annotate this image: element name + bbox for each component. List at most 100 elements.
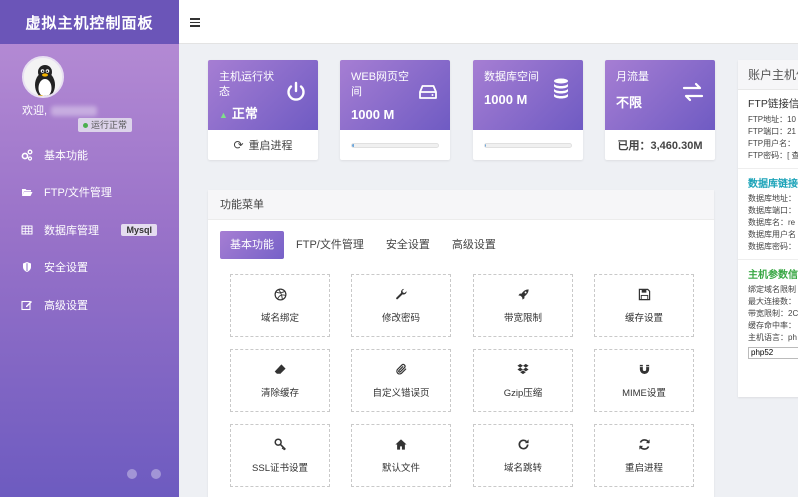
tile-label: 带宽限制 xyxy=(503,313,542,324)
bandwidth-limit: 带宽限制：2C xyxy=(748,309,798,318)
status-label: 运行正常 xyxy=(91,120,128,130)
penguin-icon xyxy=(24,58,62,96)
tile-bandwidth-limit[interactable]: 带宽限制 xyxy=(473,274,573,337)
progress-fill xyxy=(485,143,486,147)
sidebar-item-basic[interactable]: 基本功能 xyxy=(0,136,179,174)
tile-domain-binding[interactable]: 域名绑定 xyxy=(230,274,330,337)
tile-ssl-certificate[interactable]: SSL证书设置 xyxy=(230,424,330,487)
exchange-icon xyxy=(682,82,704,102)
edit-icon xyxy=(20,298,34,312)
card-header: WEB网页空间 1000 M xyxy=(340,60,450,130)
host-status-value: 正常 xyxy=(231,106,258,121)
menu-toggle-icon[interactable] xyxy=(190,18,200,27)
mysql-badge: Mysql xyxy=(121,223,157,236)
sidebar-item-ftp[interactable]: FTP/文件管理 xyxy=(0,174,179,212)
web-space-progress xyxy=(351,142,439,148)
ftp-section-title: FTP链接信息 xyxy=(748,98,798,110)
max-connections: 最大连接数： xyxy=(748,297,796,306)
db-password: 数据库密码： xyxy=(748,242,796,251)
tab-advanced[interactable]: 高级设置 xyxy=(442,231,506,259)
domain-limit: 绑定域名限制 xyxy=(748,285,796,294)
card-header: 数据库空间 1000 M xyxy=(473,60,583,130)
dropbox-icon xyxy=(516,362,530,376)
tab-security[interactable]: 安全设置 xyxy=(376,231,440,259)
host-language: 主机语言：ph xyxy=(748,333,797,342)
ftp-address: FTP地址：10 xyxy=(748,115,797,124)
db-space-progress xyxy=(484,142,572,148)
account-info-panel: 账户主机信 FTP链接信息 FTP地址：10 FTP端口：21 FTP用户名： … xyxy=(738,60,798,397)
sidebar-item-label: 数据库管理 xyxy=(44,224,99,237)
sidebar: 虚拟主机控制面板 欢迎, 运行正常 基本功能 FTP/文件管理 数据库管理 My… xyxy=(0,0,179,497)
cache-hit-rate: 缓存命中率： xyxy=(748,321,796,330)
tile-clear-cache[interactable]: 清除缓存 xyxy=(230,349,330,412)
restart-process-button[interactable]: ⟳ 重启进程 xyxy=(208,130,318,160)
sidebar-item-label: 高级设置 xyxy=(44,299,88,312)
sidebar-item-label: 基本功能 xyxy=(44,149,88,162)
tile-label: 修改密码 xyxy=(381,313,420,324)
settings-dot-icon[interactable] xyxy=(127,469,137,479)
sidebar-item-advanced[interactable]: 高级设置 xyxy=(0,286,179,324)
refresh-icon xyxy=(637,437,651,451)
db-section-title: 数据库链接 xyxy=(748,179,798,190)
tile-label: SSL证书设置 xyxy=(252,463,308,474)
tile-default-file[interactable]: 默认文件 xyxy=(351,424,451,487)
tile-domain-redirect[interactable]: 域名跳转 xyxy=(473,424,573,487)
table-icon xyxy=(20,223,34,237)
tile-custom-error-page[interactable]: 自定义错误页 xyxy=(351,349,451,412)
sidebar-item-label: FTP/文件管理 xyxy=(44,187,112,200)
db-port: 数据库端口： xyxy=(748,206,796,215)
paperclip-icon xyxy=(394,362,408,376)
tile-label: 自定义错误页 xyxy=(372,388,430,399)
host-status-card: 主机运行状态 ▲ 正常 ⟳ 重启进程 xyxy=(208,60,318,160)
tile-mime-settings[interactable]: MIME设置 xyxy=(594,349,694,412)
function-menu-panel: 功能菜单 基本功能 FTP/文件管理 安全设置 高级设置 域名绑定 修改密码 带… xyxy=(208,190,714,497)
tile-restart-process[interactable]: 重启进程 xyxy=(594,424,694,487)
restart-label: 重启进程 xyxy=(248,140,293,152)
language-select[interactable] xyxy=(748,346,798,359)
status-dot xyxy=(83,123,88,128)
db-info-section: 数据库链接 数据库地址： 数据库端口： 数据库名：re 数据库用户名 数据库密码… xyxy=(738,169,798,260)
leaf-icon: ▲ xyxy=(219,110,228,120)
host-param-section: 主机参数信 绑定域名限制 最大连接数： 带宽限制：2C 缓存命中率： 主机语言：… xyxy=(738,260,798,365)
info-panel-title: 账户主机信 xyxy=(738,60,798,90)
card-header: 月流量 不限 xyxy=(605,60,715,130)
function-tabs: 基本功能 FTP/文件管理 安全设置 高级设置 xyxy=(220,231,508,259)
traffic-card: 月流量 不限 已用：3,460.30M xyxy=(605,60,715,160)
username-redacted xyxy=(51,106,98,117)
ftp-username: FTP用户名： xyxy=(748,139,796,148)
tile-label: Gzip压缩 xyxy=(503,388,543,399)
tile-label: 域名绑定 xyxy=(260,313,299,324)
redo-icon xyxy=(516,437,530,451)
card-footer xyxy=(340,130,450,160)
sidebar-item-database[interactable]: 数据库管理 Mysql xyxy=(0,211,179,249)
ftp-password[interactable]: FTP密码：[ 查 xyxy=(748,150,798,162)
tab-basic[interactable]: 基本功能 xyxy=(220,231,284,259)
card-title: WEB网页空间 xyxy=(351,71,410,98)
welcome-label: 欢迎, xyxy=(22,105,48,117)
card-title: 主机运行状态 xyxy=(219,71,274,98)
panel-title: 功能菜单 xyxy=(208,190,714,220)
traffic-value: 不限 xyxy=(616,95,643,110)
tile-gzip[interactable]: Gzip压缩 xyxy=(473,349,573,412)
avatar[interactable] xyxy=(22,56,64,98)
power-icon xyxy=(287,81,305,101)
db-space-card: 数据库空间 1000 M xyxy=(473,60,583,160)
panel-title: 虚拟主机控制面板 xyxy=(0,0,179,44)
tile-label: 域名跳转 xyxy=(503,463,542,474)
tile-label: 默认文件 xyxy=(381,463,420,474)
welcome-text: 欢迎, xyxy=(22,102,98,118)
tile-label: 重启进程 xyxy=(624,463,663,474)
card-footer xyxy=(473,130,583,160)
sidebar-item-security[interactable]: 安全设置 xyxy=(0,249,179,287)
card-title: 月流量 xyxy=(616,71,649,83)
eraser-icon xyxy=(273,362,287,376)
tile-cache-settings[interactable]: 缓存设置 xyxy=(594,274,694,337)
logout-dot-icon[interactable] xyxy=(151,469,161,479)
home-icon xyxy=(394,437,408,451)
hdd-icon xyxy=(419,85,437,99)
database-icon xyxy=(554,78,568,99)
tab-ftp[interactable]: FTP/文件管理 xyxy=(286,231,374,259)
refresh-icon: ⟳ xyxy=(233,138,244,152)
db-name: 数据库名：re xyxy=(748,218,796,227)
tile-change-password[interactable]: 修改密码 xyxy=(351,274,451,337)
